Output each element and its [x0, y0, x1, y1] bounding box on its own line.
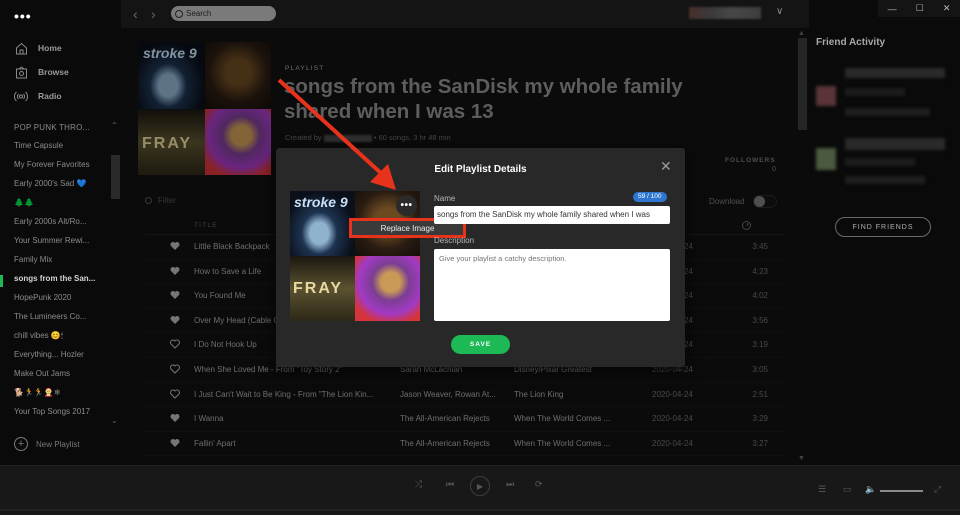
sidebar-playlist-item[interactable]: The Lumineers Co... [14, 310, 109, 329]
chevron-down-icon[interactable]: ∨ [776, 6, 783, 17]
sidebar-item-label: Browse [38, 67, 69, 77]
shuffle-icon[interactable]: ⤮ [415, 479, 422, 490]
name-label: Name [434, 194, 456, 203]
cover-tile [355, 256, 420, 321]
player-bar: ⤮ ⏮ ▶ ⏭ ⟳ ☰ ▭ 🔈 ⤢ [0, 465, 960, 515]
sidebar-playlist-item[interactable]: chill vibes 😊🕯 [14, 329, 109, 348]
sidebar-playlist-item[interactable]: HopePunk 2020 [14, 291, 109, 310]
new-playlist-label: New Playlist [36, 439, 80, 449]
friend-name-redacted [845, 138, 945, 150]
home-icon [14, 41, 28, 55]
new-playlist-button[interactable]: + New Playlist [14, 437, 80, 451]
sidebar-item-home[interactable]: Home [14, 41, 62, 55]
friend-track-redacted [845, 176, 925, 184]
sidebar-playlist-item[interactable]: 🐕🏃🏃🤶❄ [14, 386, 109, 405]
sidebar-item-radio[interactable]: Radio [14, 89, 62, 103]
sidebar-playlist-item[interactable]: songs from the San... [14, 272, 109, 291]
avatar [816, 148, 836, 170]
user-profile-button[interactable] [689, 7, 761, 19]
friend-track-redacted [845, 88, 905, 96]
chevron-right-icon[interactable]: › [151, 6, 156, 22]
sidebar-playlist-item[interactable]: Early 2000's Sad 💙 [14, 177, 109, 196]
cover-text: stroke 9 [294, 194, 348, 210]
modal-title: Edit Playlist Details [434, 164, 527, 175]
find-friends-button[interactable]: FIND FRIENDS [835, 217, 931, 237]
play-icon: ▶ [476, 481, 484, 491]
progress-bar[interactable] [0, 509, 960, 511]
search-icon [175, 9, 183, 18]
more-horizontal-icon[interactable]: ••• [14, 8, 32, 24]
sidebar-playlist-item[interactable]: Your Summer Rewi... [14, 234, 109, 253]
sidebar: ••• Home Browse Radio POP PUNK THRO... ⌃… [0, 0, 121, 465]
friend-activity-title: Friend Activity [816, 37, 886, 48]
volume-icon[interactable]: 🔈 [865, 484, 876, 495]
close-icon[interactable]: ✕ [660, 159, 672, 173]
sidebar-scrollbar[interactable] [111, 155, 120, 199]
minimize-button[interactable]: — [888, 4, 897, 14]
sidebar-item-label: Radio [38, 91, 62, 101]
sidebar-playlist-item[interactable]: Your Top Songs 2017 [14, 405, 109, 424]
previous-icon[interactable]: ⏮ [446, 479, 454, 490]
radio-icon [14, 89, 28, 103]
friend-track-redacted [845, 108, 930, 116]
sidebar-playlist-item[interactable]: Everything... Hozler [14, 348, 109, 367]
sidebar-item-label: Home [38, 43, 62, 53]
top-bar: ‹ › Search ∨ [121, 0, 809, 28]
play-button[interactable]: ▶ [470, 476, 490, 496]
spotify-app: ••• Home Browse Radio POP PUNK THRO... ⌃… [0, 0, 960, 515]
cover-text: FRAY [293, 280, 344, 297]
playlist-list: Time Capsule My Forever Favorites Early 20… [14, 139, 109, 424]
volume-slider[interactable] [880, 490, 923, 492]
queue-icon[interactable]: ☰ [818, 484, 826, 495]
description-field[interactable] [434, 249, 670, 321]
plus-icon: + [14, 437, 28, 451]
close-window-button[interactable]: ✕ [943, 3, 951, 14]
sidebar-playlist-item[interactable]: My Forever Favorites [14, 158, 109, 177]
scroll-up-icon[interactable]: ⌃ [111, 121, 118, 130]
repeat-icon[interactable]: ⟳ [535, 479, 543, 490]
more-options-button[interactable]: ••• [396, 195, 417, 216]
active-playlist-indicator [0, 275, 3, 287]
save-button[interactable]: SAVE [451, 335, 510, 354]
search-input[interactable]: Search [171, 6, 276, 21]
search-placeholder: Search [186, 9, 212, 18]
devices-icon[interactable]: ▭ [843, 484, 852, 495]
sidebar-playlist-item[interactable]: 🌲🌲 [14, 196, 109, 215]
chevron-left-icon[interactable]: ‹ [133, 6, 138, 22]
avatar [816, 86, 836, 106]
friend-track-redacted [845, 158, 915, 166]
description-label: Description [434, 236, 475, 245]
name-char-counter: 59 / 100 [633, 192, 667, 202]
name-field[interactable]: songs from the SanDisk my whole family s… [434, 206, 670, 224]
sidebar-playlist-item[interactable]: Time Capsule [14, 139, 109, 158]
scroll-down-icon[interactable]: ⌄ [111, 416, 118, 425]
edit-playlist-modal: Edit Playlist Details ✕ stroke 9 FRAY ••… [276, 148, 685, 367]
fullscreen-icon[interactable]: ⤢ [934, 484, 941, 495]
window-controls: — ☐ ✕ [878, 0, 960, 17]
next-icon[interactable]: ⏭ [506, 479, 514, 490]
sidebar-playlist-item[interactable]: Early 2000s Alt/Ro... [14, 215, 109, 234]
playlists-header[interactable]: POP PUNK THRO... [14, 123, 90, 132]
cover-tile: FRAY [290, 256, 355, 321]
friend-name-redacted [845, 68, 945, 78]
sidebar-playlist-item[interactable]: Make Out Jams [14, 367, 109, 386]
maximize-button[interactable]: ☐ [916, 3, 924, 14]
browse-icon [14, 65, 28, 79]
cover-tile: stroke 9 [290, 191, 355, 256]
sidebar-item-browse[interactable]: Browse [14, 65, 69, 79]
sidebar-playlist-item[interactable]: Family Mix [14, 253, 109, 272]
